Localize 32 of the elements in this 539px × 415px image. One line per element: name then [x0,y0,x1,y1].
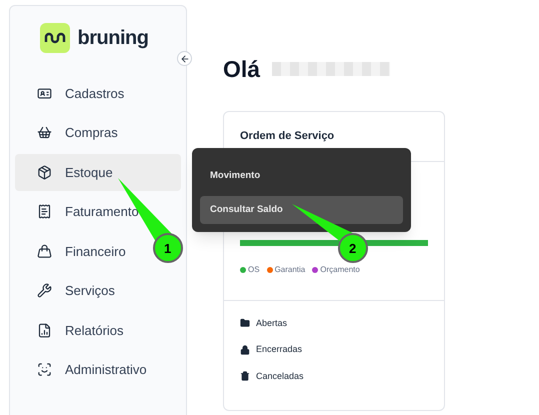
brand-name: bruning [78,26,148,51]
callout-tooltip: 2 [292,204,369,264]
status-link[interactable]: Encerradas [240,343,428,356]
sidebar-item[interactable]: Compras [15,114,181,151]
logo-icon [40,23,70,53]
invoice-icon [37,204,52,220]
legend-label: OS [248,264,260,276]
legend-label: Garantia [274,264,306,276]
arrow-left-icon [180,54,190,64]
greeting: Olá [223,55,260,84]
submenu-item[interactable]: Movimento [200,162,403,190]
report-icon [37,322,52,338]
id-icon [37,86,52,101]
sidebar-item[interactable]: Cadastros [15,75,181,112]
submenu-item[interactable]: Consultar Saldo [200,196,403,224]
status-link[interactable]: Canceladas [240,370,428,383]
basket-icon [37,125,52,140]
wrench-icon [37,283,52,298]
sidebar-item[interactable]: Faturamento [15,194,181,230]
sidebar-item[interactable]: Relatórios [15,312,181,348]
status-link[interactable]: Abertas [240,316,428,330]
legend-label: Orçamento [320,264,360,276]
box-icon [37,164,52,180]
sidebar-item[interactable]: Administrativo [15,352,181,388]
collapse-button[interactable] [177,51,192,66]
card-title: Ordem de Serviço [240,128,334,144]
lock-icon [240,344,250,355]
trash-icon [240,371,250,382]
folder-icon [240,318,250,328]
sidebar-item[interactable]: Serviços [15,272,181,309]
sidebar-item[interactable]: Estoque [15,154,181,190]
bag-icon [37,244,52,259]
